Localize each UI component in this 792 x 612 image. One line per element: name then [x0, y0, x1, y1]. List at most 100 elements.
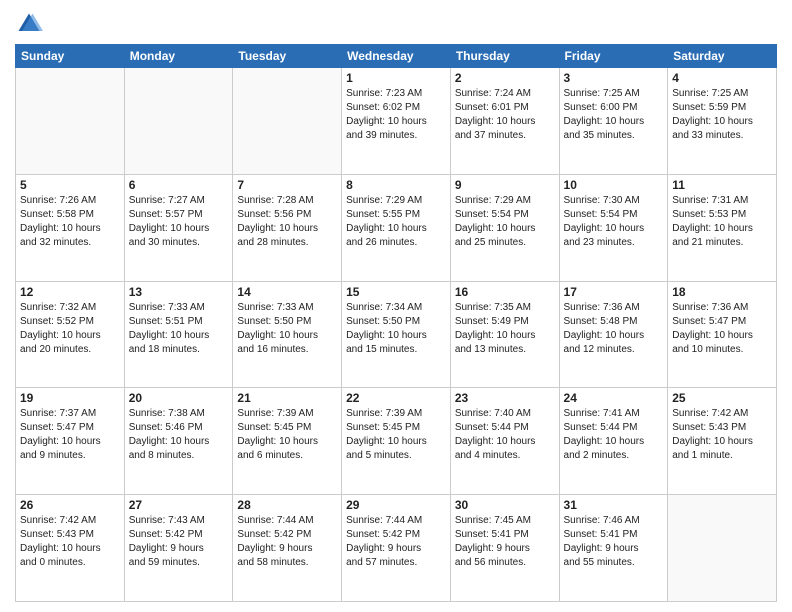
day-number: 25	[672, 391, 772, 405]
day-number: 7	[237, 178, 337, 192]
day-number: 23	[455, 391, 555, 405]
calendar-cell: 10 Sunrise: 7:30 AM Sunset: 5:54 PM Dayli…	[559, 174, 668, 281]
day-number: 22	[346, 391, 446, 405]
calendar-week-row: 12 Sunrise: 7:32 AM Sunset: 5:52 PM Dayli…	[16, 281, 777, 388]
day-number: 18	[672, 285, 772, 299]
day-number: 24	[564, 391, 664, 405]
calendar-cell: 14 Sunrise: 7:33 AM Sunset: 5:50 PM Dayli…	[233, 281, 342, 388]
day-info: Sunrise: 7:40 AM Sunset: 5:44 PM Dayligh…	[455, 407, 555, 463]
header	[15, 10, 777, 38]
day-info: Sunrise: 7:39 AM Sunset: 5:45 PM Dayligh…	[237, 407, 337, 463]
calendar-week-row: 26 Sunrise: 7:42 AM Sunset: 5:43 PM Dayli…	[16, 495, 777, 602]
calendar-week-row: 19 Sunrise: 7:37 AM Sunset: 5:47 PM Dayli…	[16, 388, 777, 495]
day-info: Sunrise: 7:46 AM Sunset: 5:41 PM Dayligh…	[564, 514, 664, 570]
calendar-header-row: SundayMondayTuesdayWednesdayThursdayFrid…	[16, 45, 777, 68]
day-number: 5	[20, 178, 120, 192]
day-of-week-header: Thursday	[450, 45, 559, 68]
day-info: Sunrise: 7:32 AM Sunset: 5:52 PM Dayligh…	[20, 301, 120, 357]
calendar-week-row: 5 Sunrise: 7:26 AM Sunset: 5:58 PM Daylig…	[16, 174, 777, 281]
day-number: 6	[129, 178, 229, 192]
day-info: Sunrise: 7:44 AM Sunset: 5:42 PM Dayligh…	[237, 514, 337, 570]
calendar-cell: 24 Sunrise: 7:41 AM Sunset: 5:44 PM Dayli…	[559, 388, 668, 495]
day-info: Sunrise: 7:30 AM Sunset: 5:54 PM Dayligh…	[564, 194, 664, 250]
day-info: Sunrise: 7:35 AM Sunset: 5:49 PM Dayligh…	[455, 301, 555, 357]
calendar-cell: 21 Sunrise: 7:39 AM Sunset: 5:45 PM Dayli…	[233, 388, 342, 495]
day-number: 26	[20, 498, 120, 512]
calendar-cell: 25 Sunrise: 7:42 AM Sunset: 5:43 PM Dayli…	[668, 388, 777, 495]
day-info: Sunrise: 7:42 AM Sunset: 5:43 PM Dayligh…	[20, 514, 120, 570]
logo	[15, 10, 47, 38]
day-number: 13	[129, 285, 229, 299]
day-info: Sunrise: 7:36 AM Sunset: 5:48 PM Dayligh…	[564, 301, 664, 357]
day-info: Sunrise: 7:33 AM Sunset: 5:51 PM Dayligh…	[129, 301, 229, 357]
day-number: 2	[455, 71, 555, 85]
calendar-cell: 6 Sunrise: 7:27 AM Sunset: 5:57 PM Daylig…	[124, 174, 233, 281]
day-info: Sunrise: 7:43 AM Sunset: 5:42 PM Dayligh…	[129, 514, 229, 570]
day-info: Sunrise: 7:23 AM Sunset: 6:02 PM Dayligh…	[346, 87, 446, 143]
calendar-cell	[16, 68, 125, 175]
page: SundayMondayTuesdayWednesdayThursdayFrid…	[0, 0, 792, 612]
day-info: Sunrise: 7:38 AM Sunset: 5:46 PM Dayligh…	[129, 407, 229, 463]
calendar-cell: 19 Sunrise: 7:37 AM Sunset: 5:47 PM Dayli…	[16, 388, 125, 495]
calendar-cell: 7Sunrise: 7:28 AM Sunset: 5:56 PM Daylig…	[233, 174, 342, 281]
day-number: 17	[564, 285, 664, 299]
day-number: 27	[129, 498, 229, 512]
day-info: Sunrise: 7:41 AM Sunset: 5:44 PM Dayligh…	[564, 407, 664, 463]
day-number: 28	[237, 498, 337, 512]
day-number: 20	[129, 391, 229, 405]
day-info: Sunrise: 7:24 AM Sunset: 6:01 PM Dayligh…	[455, 87, 555, 143]
calendar-cell: 3 Sunrise: 7:25 AM Sunset: 6:00 PM Daylig…	[559, 68, 668, 175]
calendar-cell: 29 Sunrise: 7:44 AM Sunset: 5:42 PM Dayli…	[342, 495, 451, 602]
day-of-week-header: Wednesday	[342, 45, 451, 68]
day-info: Sunrise: 7:44 AM Sunset: 5:42 PM Dayligh…	[346, 514, 446, 570]
day-number: 29	[346, 498, 446, 512]
calendar-cell: 15 Sunrise: 7:34 AM Sunset: 5:50 PM Dayli…	[342, 281, 451, 388]
day-number: 1	[346, 71, 446, 85]
calendar-cell: 9 Sunrise: 7:29 AM Sunset: 5:54 PM Daylig…	[450, 174, 559, 281]
calendar-cell: 17 Sunrise: 7:36 AM Sunset: 5:48 PM Dayli…	[559, 281, 668, 388]
day-number: 21	[237, 391, 337, 405]
calendar-cell	[124, 68, 233, 175]
day-number: 3	[564, 71, 664, 85]
day-of-week-header: Sunday	[16, 45, 125, 68]
day-info: Sunrise: 7:27 AM Sunset: 5:57 PM Dayligh…	[129, 194, 229, 250]
day-number: 9	[455, 178, 555, 192]
day-info: Sunrise: 7:42 AM Sunset: 5:43 PM Dayligh…	[672, 407, 772, 463]
calendar: SundayMondayTuesdayWednesdayThursdayFrid…	[15, 44, 777, 602]
calendar-cell: 11Sunrise: 7:31 AM Sunset: 5:53 PM Dayli…	[668, 174, 777, 281]
day-number: 12	[20, 285, 120, 299]
day-info: Sunrise: 7:25 AM Sunset: 6:00 PM Dayligh…	[564, 87, 664, 143]
day-info: Sunrise: 7:29 AM Sunset: 5:55 PM Dayligh…	[346, 194, 446, 250]
day-info: Sunrise: 7:45 AM Sunset: 5:41 PM Dayligh…	[455, 514, 555, 570]
day-number: 19	[20, 391, 120, 405]
calendar-cell	[668, 495, 777, 602]
day-info: Sunrise: 7:39 AM Sunset: 5:45 PM Dayligh…	[346, 407, 446, 463]
calendar-cell: 2 Sunrise: 7:24 AM Sunset: 6:01 PM Daylig…	[450, 68, 559, 175]
calendar-cell: 8Sunrise: 7:29 AM Sunset: 5:55 PM Daylig…	[342, 174, 451, 281]
calendar-cell: 31 Sunrise: 7:46 AM Sunset: 5:41 PM Dayli…	[559, 495, 668, 602]
day-info: Sunrise: 7:33 AM Sunset: 5:50 PM Dayligh…	[237, 301, 337, 357]
calendar-cell: 30 Sunrise: 7:45 AM Sunset: 5:41 PM Dayli…	[450, 495, 559, 602]
day-number: 10	[564, 178, 664, 192]
calendar-cell: 12 Sunrise: 7:32 AM Sunset: 5:52 PM Dayli…	[16, 281, 125, 388]
day-of-week-header: Saturday	[668, 45, 777, 68]
day-info: Sunrise: 7:31 AM Sunset: 5:53 PM Dayligh…	[672, 194, 772, 250]
day-of-week-header: Friday	[559, 45, 668, 68]
day-number: 4	[672, 71, 772, 85]
calendar-cell: 23 Sunrise: 7:40 AM Sunset: 5:44 PM Dayli…	[450, 388, 559, 495]
calendar-cell: 27 Sunrise: 7:43 AM Sunset: 5:42 PM Dayli…	[124, 495, 233, 602]
day-info: Sunrise: 7:25 AM Sunset: 5:59 PM Dayligh…	[672, 87, 772, 143]
day-info: Sunrise: 7:37 AM Sunset: 5:47 PM Dayligh…	[20, 407, 120, 463]
calendar-cell: 5 Sunrise: 7:26 AM Sunset: 5:58 PM Daylig…	[16, 174, 125, 281]
day-of-week-header: Monday	[124, 45, 233, 68]
day-number: 14	[237, 285, 337, 299]
day-info: Sunrise: 7:34 AM Sunset: 5:50 PM Dayligh…	[346, 301, 446, 357]
day-number: 16	[455, 285, 555, 299]
day-number: 30	[455, 498, 555, 512]
day-number: 31	[564, 498, 664, 512]
calendar-cell: 1 Sunrise: 7:23 AM Sunset: 6:02 PM Daylig…	[342, 68, 451, 175]
day-of-week-header: Tuesday	[233, 45, 342, 68]
day-info: Sunrise: 7:29 AM Sunset: 5:54 PM Dayligh…	[455, 194, 555, 250]
day-info: Sunrise: 7:26 AM Sunset: 5:58 PM Dayligh…	[20, 194, 120, 250]
day-number: 15	[346, 285, 446, 299]
